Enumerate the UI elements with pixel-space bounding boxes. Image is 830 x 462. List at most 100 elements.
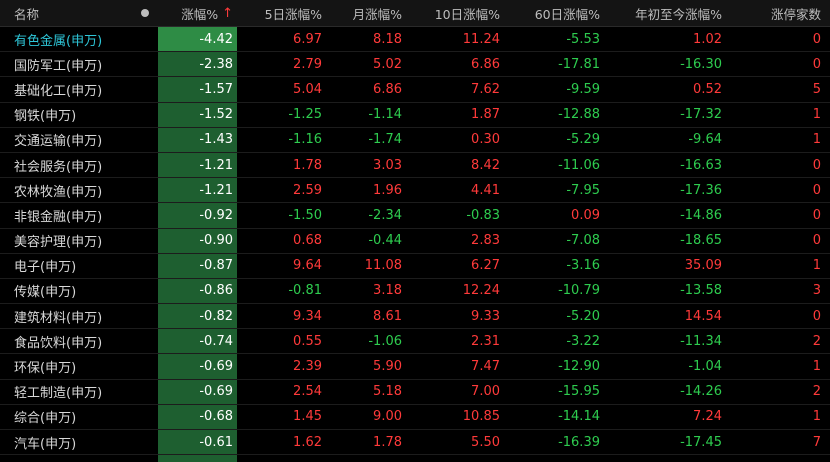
industry-name: 综合(申万) (14, 411, 77, 427)
chg-month-cell: 6.86 (322, 77, 402, 101)
limit-up-cell-value: 1 (812, 132, 821, 148)
industry-name-cell[interactable]: 有色金属(申万) (0, 27, 132, 51)
chg-5d-cell: 1.45 (237, 405, 322, 429)
chg-60d-cell-value: -7.08 (566, 233, 600, 249)
chg-5d-cell-value: 1.45 (293, 409, 322, 425)
table-row[interactable]: 电子(申万) -0.87 9.64 11.08 6.27 -3.16 35.09 1 (0, 254, 830, 279)
header-5d-change[interactable]: 5日涨幅% (237, 0, 322, 26)
industry-name-cell[interactable]: 社会服务(申万) (0, 153, 132, 177)
chg-month-cell-value: 5.18 (373, 384, 402, 400)
table-row[interactable]: 钢铁(申万) -1.52 -1.25 -1.14 1.87 -12.88 -17.32 1 (0, 103, 830, 128)
header-ytd-change[interactable]: 年初至今涨幅% (600, 0, 722, 26)
industry-name-cell[interactable]: 综合(申万) (0, 405, 132, 429)
limit-up-cell: 0 (722, 203, 821, 227)
industry-name-cell[interactable]: 农林牧渔(申万) (0, 178, 132, 202)
chg-5d-cell: 0.55 (237, 329, 322, 353)
table-row[interactable]: 交通运输(申万) -1.43 -1.16 -1.74 0.30 -5.29 -9.64 1 (0, 128, 830, 153)
chg-60d-cell-value: -7.95 (566, 182, 600, 198)
industry-name-cell[interactable]: 轻工制造(申万) (0, 380, 132, 404)
chg-10d-cell: 5.50 (402, 430, 500, 454)
header-change-pct[interactable]: 涨幅% ↑ (158, 0, 237, 26)
industry-name-cell[interactable]: 非银金融(申万) (0, 203, 132, 227)
chg-60d-cell-value: 0.09 (571, 207, 600, 223)
table-row[interactable]: 非银金融(申万) -0.92 -1.50 -2.34 -0.83 0.09 -14.86 0 (0, 203, 830, 229)
table-row[interactable]: 环保(申万) -0.69 2.39 5.90 7.47 -12.90 -1.04 1 (0, 354, 830, 380)
chg-5d-cell: -0.81 (237, 279, 322, 303)
chg-month-cell: 3.18 (322, 279, 402, 303)
limit-up-cell-value: 0 (812, 207, 821, 223)
limit-up-cell: 1 (722, 128, 821, 152)
header-name[interactable]: 名称 (0, 0, 132, 26)
chg-5d-cell: 5.04 (237, 77, 322, 101)
chg-month-cell-value: -1.06 (368, 333, 402, 349)
industry-name-cell[interactable]: 电子(申万) (0, 254, 132, 278)
chg-ytd-cell-value: -14.26 (680, 384, 722, 400)
chg-10d-cell: 7.62 (402, 77, 500, 101)
industry-name: 非银金融(申万) (14, 209, 103, 225)
industry-name-cell[interactable]: 美容护理(申万) (0, 229, 132, 253)
industry-name-cell[interactable]: 建筑材料(申万) (0, 304, 132, 328)
chg-ytd-cell: -14.86 (600, 203, 722, 227)
chg-10d-cell-value: 0.30 (471, 132, 500, 148)
chg-month-cell-value: -1.14 (368, 107, 402, 123)
table-row[interactable]: 轻工制造(申万) -0.69 2.54 5.18 7.00 -15.95 -14.26 2 (0, 380, 830, 405)
header-5d-label: 5日涨幅% (264, 6, 322, 22)
limit-up-cell: 2 (722, 329, 821, 353)
chg-5d-cell: 2.54 (237, 380, 322, 404)
chg-60d-cell-value: -17.81 (558, 56, 600, 72)
industry-name: 环保(申万) (14, 361, 77, 377)
chg-60d-cell-value: -10.79 (558, 283, 600, 299)
industry-name-cell[interactable]: 环保(申万) (0, 354, 132, 378)
table-row[interactable]: 有色金属(申万) -4.42 6.97 8.18 11.24 -5.53 1.02 0 (0, 27, 830, 53)
table-row[interactable]: 食品饮料(申万) -0.74 0.55 -1.06 2.31 -3.22 -11.34 2 (0, 329, 830, 355)
industry-name-cell[interactable]: 传媒(申万) (0, 279, 132, 303)
change-pct-cell: -1.43 (158, 128, 237, 152)
change-pct-cell: -0.61 (158, 430, 237, 454)
limit-up-cell: 0 (722, 229, 821, 253)
change-pct-cell: -0.68 (158, 405, 237, 429)
industry-name: 建筑材料(申万) (14, 310, 103, 326)
header-60d-label: 60日涨幅% (534, 6, 600, 22)
header-limit-up-count[interactable]: 涨停家数 (722, 0, 821, 26)
chg-ytd-cell: -11.34 (600, 329, 722, 353)
table-row[interactable]: 传媒(申万) -0.86 -0.81 3.18 12.24 -10.79 -13.58 3 (0, 279, 830, 305)
industry-name-cell[interactable]: 钢铁(申万) (0, 103, 132, 127)
header-marker[interactable] (132, 0, 158, 26)
change-pct-cell-value: -1.21 (199, 157, 233, 173)
table-row[interactable]: 综合(申万) -0.68 1.45 9.00 10.85 -14.14 7.24 1 (0, 405, 830, 430)
table-row[interactable]: 农林牧渔(申万) -1.21 2.59 1.96 4.41 -7.95 -17.36 0 (0, 178, 830, 204)
chg-10d-cell-value: 5.50 (471, 434, 500, 450)
chg-60d-cell: -12.90 (500, 354, 600, 378)
chg-5d-cell: 2.59 (237, 178, 322, 202)
chg-month-cell: 1.78 (322, 430, 402, 454)
table-row[interactable]: 汽车(申万) -0.61 1.62 1.78 5.50 -16.39 -17.45 7 (0, 430, 830, 456)
chg-10d-cell-value: 11.24 (462, 31, 500, 47)
table-row[interactable]: 美容护理(申万) -0.90 0.68 -0.44 2.83 -7.08 -18.65 0 (0, 229, 830, 254)
industry-name: 食品饮料(申万) (14, 335, 103, 351)
chg-month-cell: 8.18 (322, 27, 402, 51)
chg-month-cell: -2.34 (322, 203, 402, 227)
chg-60d-cell-value: -5.29 (566, 132, 600, 148)
limit-up-cell: 0 (722, 153, 821, 177)
chg-5d-cell-value: 9.34 (293, 308, 322, 324)
chg-10d-cell-value: 7.47 (471, 359, 500, 375)
chg-ytd-cell: 14.54 (600, 304, 722, 328)
industry-name-cell[interactable]: 基础化工(申万) (0, 77, 132, 101)
industry-name-cell[interactable]: 国防军工(申万) (0, 52, 132, 76)
chg-10d-cell-value: 6.86 (471, 56, 500, 72)
table-row[interactable]: 基础化工(申万) -1.57 5.04 6.86 7.62 -9.59 0.52 5 (0, 77, 830, 103)
chg-month-cell: -1.74 (322, 128, 402, 152)
header-60d-change[interactable]: 60日涨幅% (500, 0, 600, 26)
industry-name-cell[interactable]: 食品饮料(申万) (0, 329, 132, 353)
industry-name-cell[interactable]: 汽车(申万) (0, 430, 132, 454)
table-row[interactable]: 国防军工(申万) -2.38 2.79 5.02 6.86 -17.81 -16.30 0 (0, 52, 830, 78)
chg-5d-cell: 2.79 (237, 52, 322, 76)
chg-month-cell: 11.08 (322, 254, 402, 278)
header-10d-change[interactable]: 10日涨幅% (402, 0, 500, 26)
chg-60d-cell-value: -11.06 (558, 157, 600, 173)
chg-10d-cell: 9.33 (402, 304, 500, 328)
table-row[interactable]: 社会服务(申万) -1.21 1.78 3.03 8.42 -11.06 -16.63 0 (0, 153, 830, 179)
industry-name-cell[interactable]: 交通运输(申万) (0, 128, 132, 152)
header-month-change[interactable]: 月涨幅% (322, 0, 402, 26)
table-row[interactable]: 建筑材料(申万) -0.82 9.34 8.61 9.33 -5.20 14.54 0 (0, 304, 830, 330)
